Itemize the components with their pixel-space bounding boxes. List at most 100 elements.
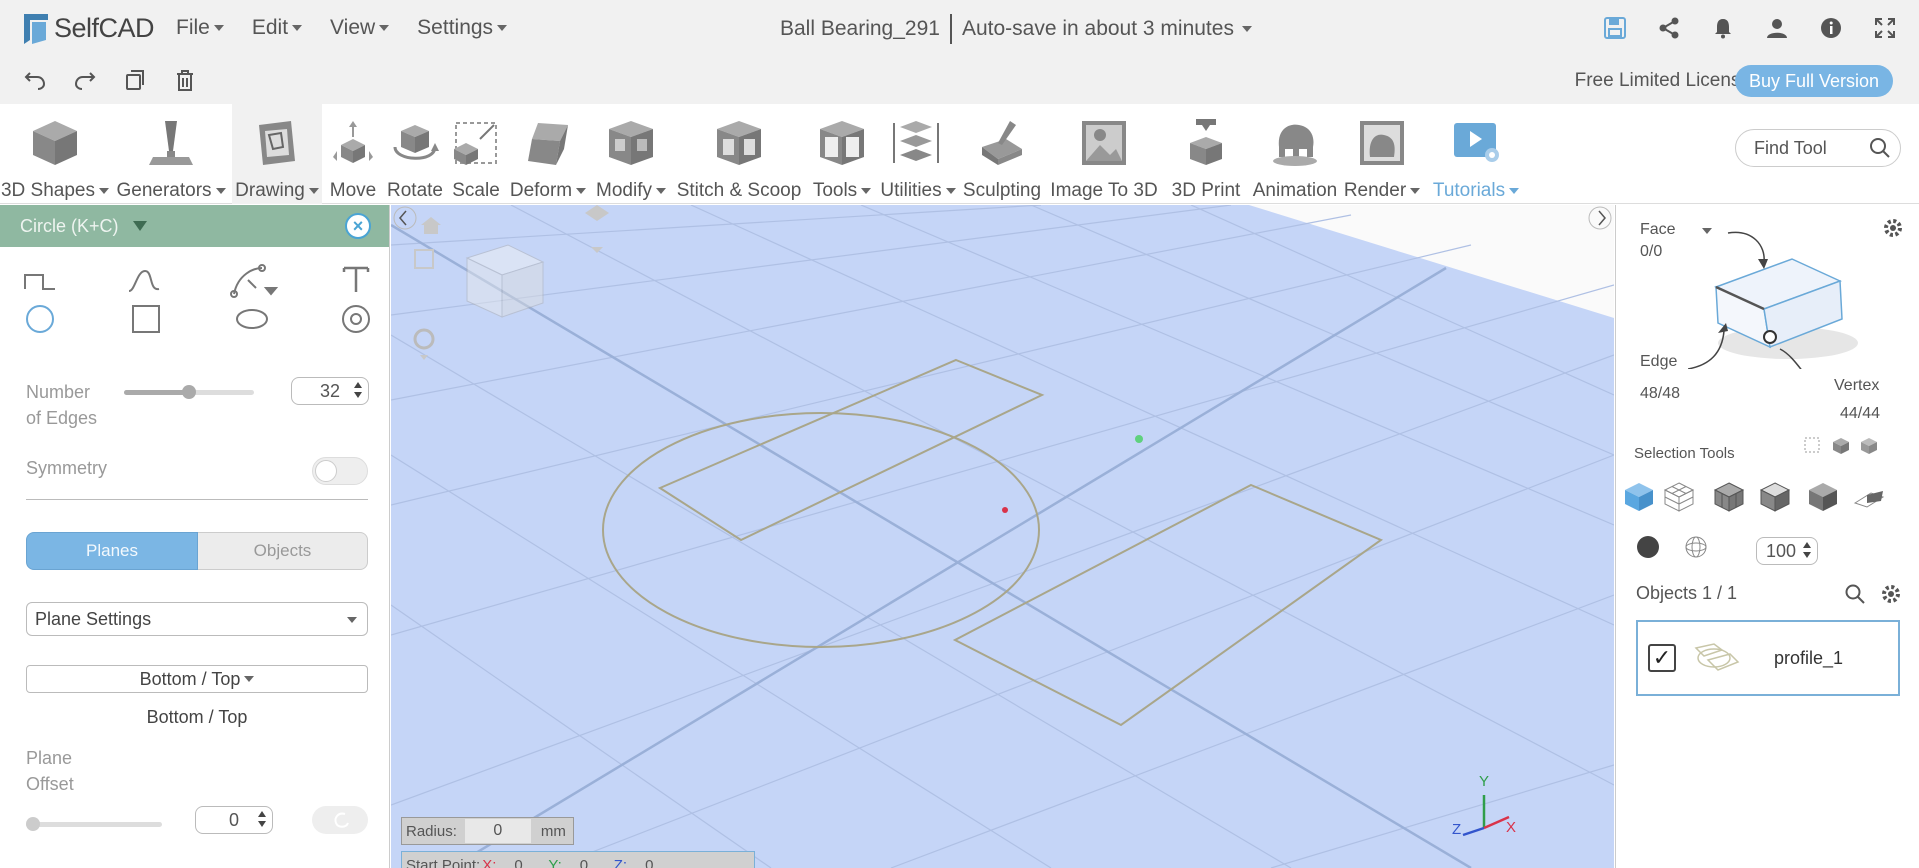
radius-input[interactable]: 0 (464, 819, 531, 843)
search-icon[interactable] (1868, 136, 1892, 160)
chevron-down-icon[interactable] (1241, 26, 1252, 32)
menu-bar: SelfCAD File Edit View Settings Ball Bea… (0, 0, 1919, 56)
plane-settings-select[interactable]: Plane Settings (26, 602, 368, 636)
select-plane-icon[interactable] (1852, 480, 1886, 514)
bell-icon[interactable] (1707, 12, 1739, 44)
menu-view[interactable]: View (330, 16, 390, 40)
plane-offset-label-line2: Offset (26, 774, 74, 794)
gear-icon[interactable] (1882, 217, 1904, 244)
autosave-status[interactable]: Auto-save in about 3 minutes (962, 17, 1234, 41)
tool-animation[interactable]: Animation (1250, 104, 1340, 204)
stepper-arrows-icon[interactable] (354, 382, 362, 398)
rectangle-icon[interactable] (126, 301, 166, 337)
stepper-arrows-icon[interactable] (1803, 542, 1811, 558)
plane-offset-slider-track[interactable] (26, 822, 162, 827)
tool-tools-label: Tools (812, 180, 858, 201)
text-icon[interactable] (336, 261, 376, 297)
undo-icon[interactable] (20, 65, 50, 95)
tool-rotate[interactable]: Rotate (384, 104, 446, 204)
tab-planes[interactable]: Planes (26, 532, 198, 570)
close-icon[interactable]: × (345, 213, 371, 239)
opacity-stepper[interactable]: 100 (1756, 537, 1818, 565)
object-list-item[interactable]: ✓ profile_1 (1636, 620, 1900, 696)
select-cube-icon[interactable] (1832, 437, 1850, 455)
curve-icon[interactable] (124, 263, 164, 299)
plane-offset-stepper[interactable]: 0 (195, 806, 273, 834)
tool-3d-print[interactable]: 3D Print (1164, 104, 1248, 204)
select-half-icon[interactable] (1806, 480, 1840, 514)
select-grid-icon[interactable] (1662, 480, 1696, 514)
number-of-edges-stepper[interactable]: 32 (291, 377, 369, 405)
tool-deform[interactable]: Deform (506, 104, 590, 204)
search-icon[interactable] (1844, 583, 1866, 610)
start-point-box: Start Point: X: 0 Y: 0 Z: 0 (401, 851, 755, 868)
object-thumbnail (1686, 640, 1742, 681)
tool-generators[interactable]: Generators (112, 104, 230, 204)
select-solid-icon[interactable] (1622, 480, 1656, 514)
tool-utilities[interactable]: Utilities (878, 104, 958, 204)
fullscreen-icon[interactable] (1869, 12, 1901, 44)
tool-scale[interactable]: Scale (448, 104, 504, 204)
tool-sculpting[interactable]: Sculpting (960, 104, 1044, 204)
document-title[interactable]: Ball Bearing_291 (780, 17, 940, 41)
object-visibility-checkbox[interactable]: ✓ (1648, 644, 1676, 672)
tool-render[interactable]: Render (1342, 104, 1422, 204)
reset-offset-button[interactable] (312, 806, 368, 834)
plane-orientation-button[interactable]: Bottom / Top (26, 665, 368, 693)
edges-slider-handle[interactable] (182, 385, 196, 399)
color-swatch-icon[interactable] (1636, 535, 1660, 564)
symmetry-toggle[interactable] (312, 457, 368, 485)
menu-settings[interactable]: Settings (417, 16, 508, 40)
tool-drawing[interactable]: Drawing (232, 104, 322, 204)
circle-icon[interactable] (20, 301, 60, 337)
chevron-down-icon (497, 25, 508, 31)
start-x-input[interactable]: 0 (514, 857, 544, 868)
select-area-icon[interactable] (1804, 437, 1822, 455)
chevron-down-icon (576, 188, 587, 194)
stepper-arrows-icon[interactable] (258, 811, 266, 827)
tool-3d-shapes[interactable]: 3D Shapes (0, 104, 110, 204)
radius-label: Radius: (406, 822, 457, 840)
bezier-icon[interactable] (230, 263, 280, 299)
user-icon[interactable] (1761, 12, 1793, 44)
select-shell-icon[interactable] (1758, 480, 1792, 514)
wireframe-sphere-icon[interactable] (1684, 535, 1708, 564)
share-icon[interactable] (1653, 12, 1685, 44)
viewport-canvas[interactable] (391, 205, 1614, 868)
ellipse-icon[interactable] (232, 301, 272, 337)
ring-icon[interactable] (336, 301, 376, 337)
tool-tools[interactable]: Tools (808, 104, 876, 204)
selection-mode-cube[interactable] (1688, 219, 1868, 369)
tab-objects[interactable]: Objects (198, 532, 368, 570)
render-icon (1355, 116, 1409, 170)
chevron-down-icon (347, 617, 357, 623)
menu-edit[interactable]: Edit (252, 16, 303, 40)
tool-move[interactable]: Move (324, 104, 382, 204)
start-y-input[interactable]: 0 (580, 857, 610, 868)
info-icon[interactable] (1815, 12, 1847, 44)
tool-tutorials[interactable]: Tutorials (1424, 104, 1528, 204)
select-cube-alt-icon[interactable] (1860, 437, 1878, 455)
plane-offset-slider-handle[interactable] (26, 817, 40, 831)
tool-modify-label: Modify (596, 180, 652, 201)
polyline-icon[interactable] (20, 263, 60, 299)
save-icon[interactable] (1599, 12, 1631, 44)
find-tool-input[interactable]: Find Tool (1735, 129, 1901, 167)
face-label: Face (1640, 221, 1676, 238)
tool-modify[interactable]: Modify (592, 104, 670, 204)
app-logo[interactable]: SelfCAD (18, 10, 155, 46)
select-mesh-icon[interactable] (1712, 480, 1746, 514)
chevron-down-icon[interactable] (132, 221, 147, 231)
tool-image-to-3d[interactable]: Image To 3D (1046, 104, 1162, 204)
redo-icon[interactable] (70, 65, 100, 95)
copy-icon[interactable] (120, 65, 150, 95)
buy-full-version-button[interactable]: Buy Full Version (1734, 65, 1893, 97)
gear-icon[interactable] (1880, 583, 1902, 610)
3d-viewport[interactable]: Y X Z Radius: 0 mm Start Point: X: 0 Y: … (391, 205, 1614, 868)
menu-file[interactable]: File (176, 16, 224, 40)
tool-3d-shapes-label: 3D Shapes (0, 180, 95, 201)
tool-stitch-scoop[interactable]: Stitch & Scoop (672, 104, 806, 204)
plane-offset-label-line1: Plane (26, 748, 73, 768)
start-z-input[interactable]: 0 (645, 857, 675, 868)
trash-icon[interactable] (170, 65, 200, 95)
